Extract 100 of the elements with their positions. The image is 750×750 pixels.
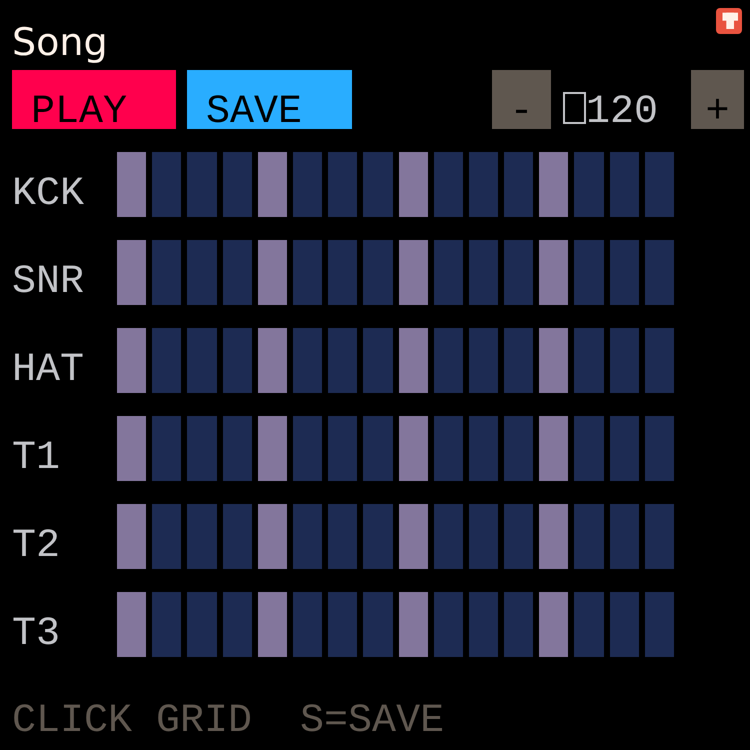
step-pad[interactable] — [610, 592, 639, 657]
step-pad[interactable] — [117, 416, 146, 481]
step-pad[interactable] — [292, 328, 322, 393]
step-pad[interactable] — [187, 328, 217, 393]
step-pad[interactable] — [539, 152, 568, 217]
step-pad[interactable] — [363, 240, 392, 305]
step-pad[interactable] — [363, 504, 392, 569]
step-pad[interactable] — [610, 240, 639, 305]
step-pad[interactable] — [644, 240, 674, 305]
step-pad[interactable] — [292, 240, 322, 305]
step-pad[interactable] — [258, 504, 287, 569]
step-pad[interactable] — [398, 240, 428, 305]
step-pad[interactable] — [434, 240, 463, 305]
step-pad[interactable] — [117, 152, 146, 217]
step-pad[interactable] — [468, 152, 498, 217]
step-pad[interactable] — [222, 152, 252, 217]
step-pad[interactable] — [610, 152, 639, 217]
step-pad[interactable] — [574, 592, 604, 657]
step-pad[interactable] — [504, 416, 534, 481]
step-pad[interactable] — [398, 416, 428, 481]
step-pad[interactable] — [574, 240, 604, 305]
step-pad[interactable] — [152, 328, 182, 393]
step-pad[interactable] — [152, 152, 182, 217]
step-pad[interactable] — [434, 504, 463, 569]
step-pad[interactable] — [363, 152, 392, 217]
step-pad[interactable] — [328, 416, 358, 481]
step-pad[interactable] — [187, 416, 217, 481]
step-pad[interactable] — [222, 504, 252, 569]
step-pad[interactable] — [398, 592, 428, 657]
step-pad[interactable] — [222, 328, 252, 393]
step-pad[interactable] — [539, 240, 568, 305]
step-pad[interactable] — [292, 504, 322, 569]
step-pad[interactable] — [644, 416, 674, 481]
step-pad[interactable] — [468, 328, 498, 393]
step-pad[interactable] — [610, 416, 639, 481]
step-pad[interactable] — [328, 240, 358, 305]
step-pad[interactable] — [152, 592, 182, 657]
step-pad[interactable] — [328, 152, 358, 217]
step-pad[interactable] — [504, 152, 534, 217]
step-pad[interactable] — [644, 592, 674, 657]
step-pad[interactable] — [328, 504, 358, 569]
step-pad[interactable] — [222, 416, 252, 481]
step-pad[interactable] — [644, 152, 674, 217]
step-pad[interactable] — [574, 504, 604, 569]
decrease-button[interactable]: - — [492, 70, 551, 129]
step-pad[interactable] — [117, 240, 146, 305]
step-pad[interactable] — [468, 504, 498, 569]
step-pad[interactable] — [258, 152, 287, 217]
step-pad[interactable] — [292, 416, 322, 481]
play-button[interactable]: PLAY — [12, 70, 176, 129]
step-pad[interactable] — [468, 592, 498, 657]
step-pad[interactable] — [117, 328, 146, 393]
step-pad[interactable] — [434, 592, 463, 657]
step-pad[interactable] — [117, 592, 146, 657]
step-pad[interactable] — [539, 592, 568, 657]
step-pad[interactable] — [539, 328, 568, 393]
step-pad[interactable] — [574, 328, 604, 393]
step-pad[interactable] — [258, 240, 287, 305]
step-pad[interactable] — [398, 328, 428, 393]
step-pad[interactable] — [504, 328, 534, 393]
step-pad[interactable] — [574, 416, 604, 481]
step-pad[interactable] — [258, 416, 287, 481]
step-pad[interactable] — [434, 416, 463, 481]
step-pad[interactable] — [187, 504, 217, 569]
step-pad[interactable] — [610, 504, 639, 569]
step-pad[interactable] — [539, 416, 568, 481]
step-pad[interactable] — [434, 152, 463, 217]
step-pad[interactable] — [644, 504, 674, 569]
step-pad[interactable] — [328, 592, 358, 657]
step-pad[interactable] — [468, 240, 498, 305]
step-pad[interactable] — [504, 592, 534, 657]
step-pad[interactable] — [363, 592, 392, 657]
step-pad[interactable] — [258, 328, 287, 393]
step-pad[interactable] — [363, 416, 392, 481]
step-pad[interactable] — [152, 504, 182, 569]
step-pad[interactable] — [504, 504, 534, 569]
step-pad[interactable] — [222, 240, 252, 305]
step-pad[interactable] — [574, 152, 604, 217]
step-pad[interactable] — [434, 328, 463, 393]
step-pad[interactable] — [152, 416, 182, 481]
step-pad[interactable] — [187, 240, 217, 305]
step-pad[interactable] — [610, 328, 639, 393]
step-pad[interactable] — [117, 504, 146, 569]
increase-button[interactable]: + — [691, 70, 744, 129]
step-pad[interactable] — [152, 240, 182, 305]
step-pad[interactable] — [644, 328, 674, 393]
step-pad[interactable] — [292, 152, 322, 217]
step-pad[interactable] — [187, 152, 217, 217]
step-pad[interactable] — [468, 416, 498, 481]
step-pad[interactable] — [398, 152, 428, 217]
step-pad[interactable] — [222, 592, 252, 657]
step-pad[interactable] — [258, 592, 287, 657]
step-pad[interactable] — [504, 240, 534, 305]
step-pad[interactable] — [292, 592, 322, 657]
step-pad[interactable] — [363, 328, 392, 393]
step-pad[interactable] — [398, 504, 428, 569]
save-button[interactable]: SAVE — [187, 70, 352, 129]
step-pad[interactable] — [328, 328, 358, 393]
step-pad[interactable] — [539, 504, 568, 569]
step-pad[interactable] — [187, 592, 217, 657]
